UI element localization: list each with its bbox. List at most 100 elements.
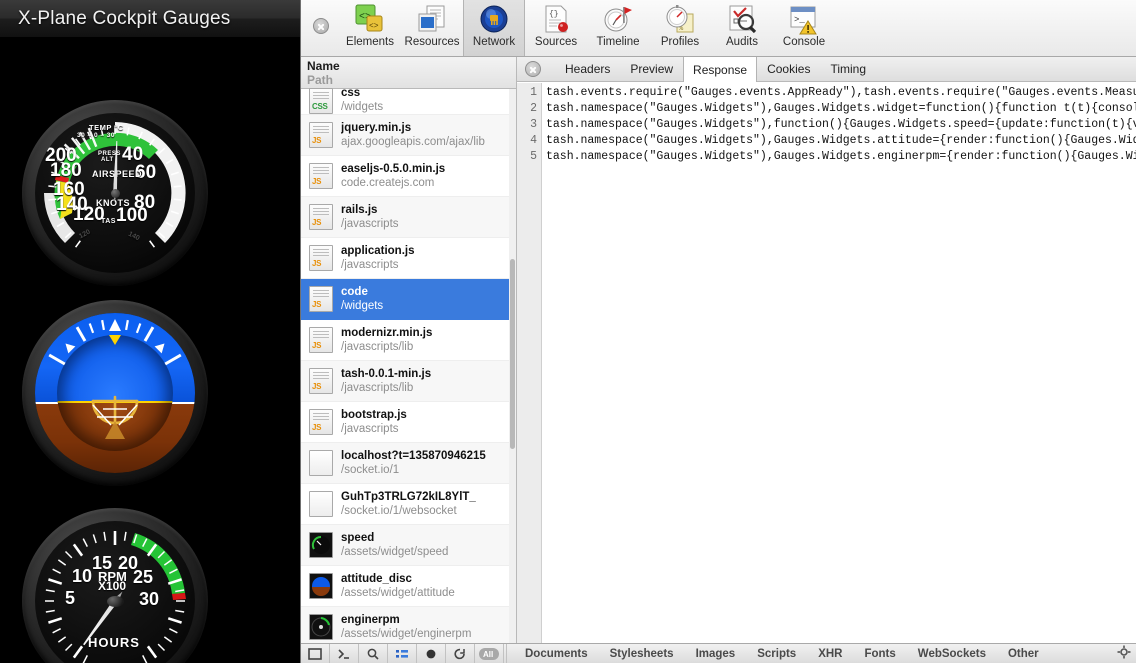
list-view-icon[interactable] [388, 644, 417, 663]
devtools-window: <> <> Elements Resources Network {} Sour… [300, 0, 1136, 663]
filter-scripts[interactable]: Scripts [746, 648, 807, 660]
request-name: code [341, 286, 368, 298]
tab-elements[interactable]: <> <> Elements [339, 0, 401, 56]
request-name: speed [341, 532, 375, 544]
filter-images[interactable]: Images [685, 648, 747, 660]
airspeed-face: 200 40 180 60 160 80 140 120 100 TEMP °C… [35, 113, 195, 273]
filter-fonts[interactable]: Fonts [853, 648, 906, 660]
airspeed-units-label: KNOTS [96, 198, 130, 208]
tab-sources[interactable]: {} Sources [525, 0, 587, 56]
airspeed-temp-scale: 30 – 0 – 30 [77, 132, 116, 139]
tab-timeline[interactable]: Timeline [587, 0, 649, 56]
tab-resources-label: Resources [404, 36, 460, 48]
gauges-web-page: X-Plane Cockpit Gauges 200 40 180 60 160… [0, 0, 300, 663]
all-filter-icon[interactable]: All [475, 644, 504, 663]
tab-audits[interactable]: Audits [711, 0, 773, 56]
filter-stylesheets[interactable]: Stylesheets [599, 648, 685, 660]
clear-icon[interactable] [446, 644, 475, 663]
table-row[interactable]: JS tash-0.0.1-min.js /javascripts/lib [301, 361, 516, 402]
table-row[interactable]: enginerpm /assets/widget/enginerpm [301, 607, 516, 643]
divider [506, 644, 507, 663]
tab-cookies[interactable]: Cookies [757, 57, 820, 81]
line-number: 2 [530, 102, 537, 115]
tab-response[interactable]: Response [683, 57, 758, 82]
request-path: /socket.io/1/websocket [341, 505, 457, 517]
filter-xhr[interactable]: XHR [807, 648, 853, 660]
airspeed-alt-label: ALT [101, 157, 114, 163]
table-row[interactable]: localhost?t=135870946215 /socket.io/1 [301, 443, 516, 484]
table-row[interactable]: JS jquery.min.js ajax.googleapis.com/aja… [301, 115, 516, 156]
rpm-hub [107, 596, 124, 607]
tab-resources[interactable]: Resources [401, 0, 463, 56]
request-path: /socket.io/1 [341, 464, 400, 476]
request-path: /assets/widget/enginerpm [341, 628, 472, 640]
code-line: tash.namespace("Gauges.Widgets"),Gauges.… [546, 150, 1136, 163]
code-line: tash.events.require("Gauges.events.AppRe… [546, 86, 1136, 99]
request-detail-pane: Headers Preview Response Cookies Timing … [517, 57, 1136, 643]
gear-icon[interactable] [1117, 645, 1131, 662]
js-file-icon: JS [309, 163, 333, 189]
table-row[interactable]: JS easeljs-0.5.0.min.js code.createjs.co… [301, 156, 516, 197]
rpm-hours-label: HOURS [88, 635, 140, 650]
table-row[interactable]: JS rails.js /javascripts [301, 197, 516, 238]
filter-other[interactable]: Other [997, 648, 1050, 660]
tab-network[interactable]: Network [463, 0, 525, 56]
css-file-icon: CSS [309, 88, 333, 114]
table-row-selected[interactable]: JS code /widgets [301, 279, 516, 320]
request-path: /javascripts [341, 423, 399, 435]
network-icon [478, 3, 510, 35]
response-body-viewer[interactable]: 1 2 3 4 5 tash.events.require("Gauges.ev… [517, 83, 1136, 643]
timeline-icon [602, 3, 634, 35]
table-row[interactable]: speed /assets/widget/speed [301, 525, 516, 566]
devtools-body: Name Path CSS css /widgets JS jquery.min… [301, 57, 1136, 643]
scrollbar-thumb[interactable] [510, 259, 515, 449]
js-file-icon: JS [309, 368, 333, 394]
request-path: /assets/widget/speed [341, 546, 449, 558]
table-row[interactable]: JS bootstrap.js /javascripts [301, 402, 516, 443]
filter-documents[interactable]: Documents [514, 648, 599, 660]
tab-preview[interactable]: Preview [620, 57, 683, 81]
table-row[interactable]: CSS css /widgets [301, 87, 516, 115]
tab-headers[interactable]: Headers [555, 57, 620, 81]
tab-profiles[interactable]: % % Profiles [649, 0, 711, 56]
table-row[interactable]: attitude_disc /assets/widget/attitude [301, 566, 516, 607]
line-number: 3 [530, 118, 537, 131]
tab-sources-label: Sources [534, 36, 578, 48]
request-path: /javascripts/lib [341, 382, 414, 394]
request-path: /javascripts [341, 259, 399, 271]
table-row[interactable]: GuhTp3TRLG72kIL8YlT_ /socket.io/1/websoc… [301, 484, 516, 525]
request-path: /widgets [341, 101, 384, 113]
tab-elements-label: Elements [346, 36, 394, 48]
dock-toggle-icon[interactable] [301, 644, 330, 663]
tab-console[interactable]: >_ Console [773, 0, 835, 56]
js-file-icon: JS [309, 122, 333, 148]
close-icon[interactable] [525, 61, 541, 77]
js-file-icon: JS [309, 327, 333, 353]
airspeed-hub [111, 189, 120, 198]
requests-list-scrollbar[interactable] [509, 89, 516, 643]
airspeed-indicator: 200 40 180 60 160 80 140 120 100 TEMP °C… [22, 100, 208, 286]
attitude-gauge-thumbnail-icon [309, 573, 333, 599]
devtools-panel-toolbar: <> <> Elements Resources Network {} Sour… [301, 0, 1136, 57]
close-icon[interactable] [313, 18, 329, 34]
speed-gauge-thumbnail-icon [309, 532, 333, 558]
search-icon[interactable] [359, 644, 388, 663]
page-title: X-Plane Cockpit Gauges [18, 7, 231, 29]
js-file-icon: JS [309, 409, 333, 435]
line-number-gutter: 1 2 3 4 5 [517, 83, 542, 643]
response-code-text[interactable]: tash.events.require("Gauges.events.AppRe… [542, 83, 1136, 643]
record-icon[interactable] [417, 644, 446, 663]
svg-text:>_: >_ [794, 15, 805, 25]
request-name: modernizr.min.js [341, 327, 433, 339]
tab-timing[interactable]: Timing [820, 57, 876, 81]
request-path: ajax.googleapis.com/ajax/lib [341, 136, 485, 148]
table-row[interactable]: JS modernizr.min.js /javascripts/lib [301, 320, 516, 361]
request-detail-tabs: Headers Preview Response Cookies Timing [517, 57, 1136, 82]
table-row[interactable]: JS application.js /javascripts [301, 238, 516, 279]
filter-websockets[interactable]: WebSockets [907, 648, 997, 660]
request-name: rails.js [341, 204, 378, 216]
tab-profiles-label: Profiles [660, 36, 700, 48]
requests-column-header[interactable]: Name Path [301, 57, 516, 89]
console-prompt-icon[interactable] [330, 644, 359, 663]
resources-icon [416, 3, 448, 35]
